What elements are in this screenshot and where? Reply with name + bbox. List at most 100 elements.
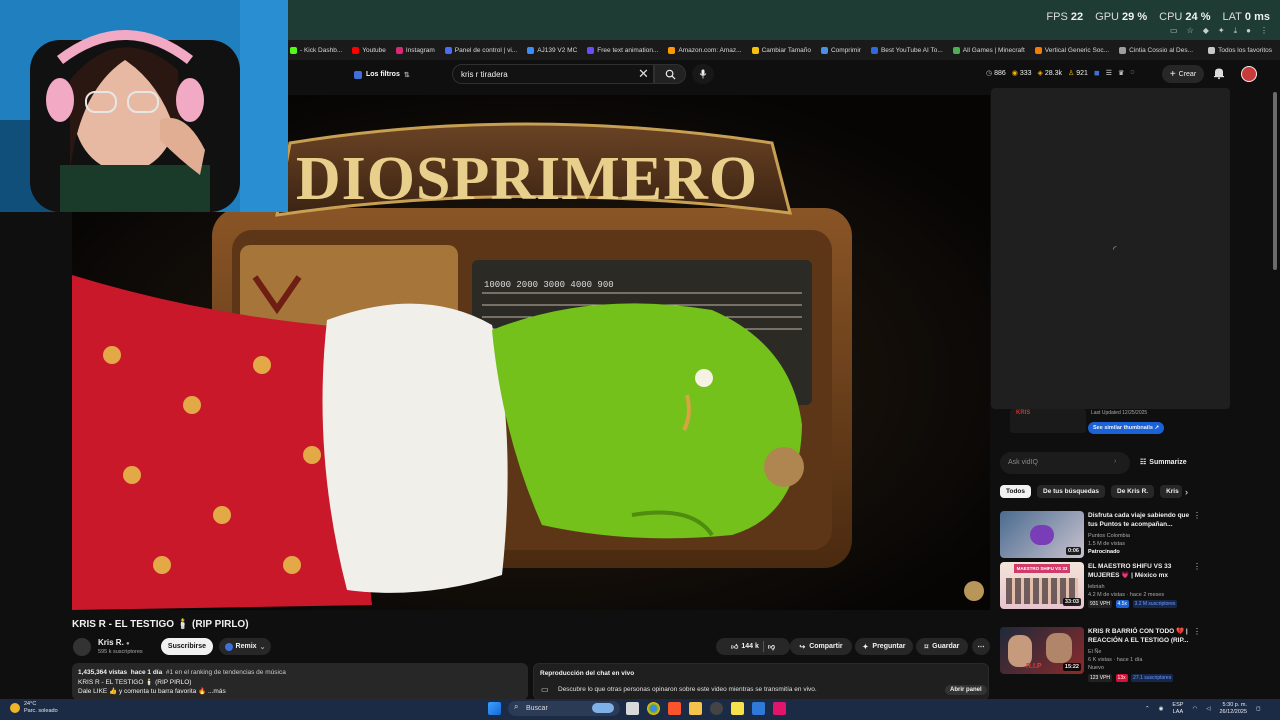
bookmark-item[interactable]: Vertical Generic Soc... — [1034, 46, 1109, 54]
channel-name[interactable]: lebriah — [1088, 583, 1203, 591]
close-icon[interactable]: ✕ — [638, 66, 649, 82]
chevron-up-icon[interactable]: ⌃ — [1145, 706, 1150, 713]
dislike-button[interactable]: 👎︎ — [768, 642, 775, 651]
bookmark-icon — [587, 46, 595, 54]
ask-button[interactable]: ✦ Preguntar — [855, 638, 913, 655]
menu-icon[interactable]: ⋮ — [1260, 26, 1268, 36]
bookmark-item[interactable]: Best YouTube AI To... — [870, 46, 943, 54]
star-icon[interactable]: ☆ — [1187, 26, 1194, 36]
more-options-icon[interactable]: ⋮ — [1193, 511, 1201, 520]
trophy-icon[interactable]: ♛ — [1118, 69, 1124, 77]
share-button[interactable]: ↪ Compartir — [790, 638, 852, 655]
task-view-icon[interactable] — [626, 702, 639, 715]
bookmark-item[interactable]: Instagram — [395, 46, 435, 54]
chip-kris[interactable]: Kris — [1160, 485, 1183, 498]
new-label: Nuevo — [1088, 665, 1104, 671]
puzzle-icon[interactable]: ✦ — [1218, 26, 1225, 36]
all-bookmarks-folder[interactable]: Todos los favoritos — [1208, 46, 1272, 54]
see-similar-thumbnails-button[interactable]: See similar thumbnails ↗ — [1088, 422, 1165, 434]
video-thumbnail[interactable]: R.I.P 15:22 — [1000, 627, 1084, 674]
bookmark-item[interactable]: Cambiar Tamaño — [751, 46, 811, 54]
video-thumbnail[interactable]: MAESTRO SHIFU VS 33 MUJERES 33:03 — [1000, 562, 1084, 609]
loading-spinner-icon: ◜ — [1113, 244, 1117, 254]
extension-icon[interactable]: ◆ — [1203, 26, 1209, 36]
cpu-readout: CPU 24 % — [1159, 11, 1211, 23]
save-button[interactable]: ⌑ Guardar — [916, 638, 968, 655]
microphone-icon — [699, 69, 707, 79]
bookmark-item[interactable]: Youtube — [352, 46, 386, 54]
wifi-icon[interactable]: ◠ — [1192, 706, 1197, 713]
profile-icon[interactable]: ● — [1246, 26, 1251, 36]
channel-name[interactable]: Puntos Colombia — [1088, 532, 1203, 540]
ask-vidiq-input[interactable]: Ask vidIQ — [1000, 452, 1130, 474]
store-icon[interactable] — [752, 702, 765, 715]
filters-button[interactable]: Los filtros ⇅ — [354, 67, 410, 82]
brave-icon[interactable] — [668, 702, 681, 715]
page-scrollbar[interactable] — [1273, 92, 1277, 270]
thumbs-down-icon: 👎︎ — [767, 644, 775, 651]
chevron-right-icon[interactable]: › — [1185, 487, 1188, 497]
chip-de-kris-r[interactable]: De Kris R. — [1111, 485, 1155, 498]
create-button[interactable]: + Crear — [1162, 65, 1204, 83]
bookmark-item[interactable]: Panel de control | vi... — [444, 46, 517, 54]
thumbnail-face — [1046, 633, 1072, 663]
language-indicator[interactable]: ESP LAA — [1172, 702, 1183, 716]
more-options-icon[interactable]: ⋮ — [1193, 562, 1201, 571]
search-icon — [665, 69, 676, 80]
channel-name[interactable]: Kris R. ● — [98, 638, 130, 647]
more-options-icon[interactable]: ⋮ — [1193, 627, 1201, 636]
cast-icon[interactable]: ▭ — [1170, 26, 1178, 36]
bookmark-item[interactable]: - Kick Dashb... — [290, 46, 342, 54]
youtube-icon — [352, 46, 360, 54]
video-thumbnail[interactable]: 0:06 — [1000, 511, 1084, 558]
description-box[interactable]: 1,435,364 vistas hace 1 día #1 en el ran… — [72, 663, 528, 700]
list-item[interactable]: R.I.P 15:22 KRIS R BARRIÓ CON TODO 💔 | R… — [1000, 627, 1205, 682]
list-item[interactable]: MAESTRO SHIFU VS 33 MUJERES 33:03 EL MAE… — [1000, 562, 1205, 610]
send-arrow-icon[interactable]: › — [1114, 458, 1116, 465]
video-title[interactable]: EL MAESTRO SHIFU VS 33 MUJERES 💗 | Méxic… — [1088, 562, 1192, 580]
weather-widget[interactable]: 24°C Parc. soleado — [10, 701, 58, 715]
chat-icon[interactable]: ◌ — [1130, 69, 1134, 77]
bookmark-item[interactable]: AJ139 V2 MC — [527, 46, 577, 54]
bookmark-item[interactable]: All Games | Minecraft — [952, 46, 1025, 54]
list-icon[interactable]: ☰ — [1106, 69, 1112, 77]
chip-de-tus-busquedas[interactable]: De tus búsquedas — [1037, 485, 1105, 498]
more-actions-button[interactable]: ⋯ — [972, 638, 990, 655]
notification-bell-icon[interactable]: ◻ — [1256, 706, 1261, 713]
chip-todos[interactable]: Todos — [1000, 485, 1032, 498]
list-item[interactable]: 0:06 Disfruta cada viaje sabiendo que tu… — [1000, 511, 1205, 559]
bookmark-item[interactable]: Free text animation... — [587, 46, 658, 54]
volume-icon[interactable]: ◁ — [1206, 706, 1210, 713]
folder-icon — [1208, 46, 1216, 54]
like-button[interactable]: 👍︎ 144 k — [731, 642, 759, 651]
notes-icon[interactable] — [731, 702, 744, 715]
subscribe-button[interactable]: Suscribirse — [161, 638, 213, 655]
bookmark-item[interactable]: Comprimir — [820, 46, 861, 54]
vidiq-icon[interactable]: ◼ — [1094, 69, 1100, 77]
search-icon: ⌕ — [514, 702, 519, 711]
system-clock[interactable]: 5:30 p. m. 26/12/2025 — [1219, 702, 1247, 716]
open-panel-button[interactable]: Abrir panel — [945, 685, 987, 695]
notifications-bell-icon[interactable] — [1212, 66, 1226, 80]
remix-button[interactable]: Remix ⌄ — [219, 638, 271, 655]
streamer-image — [0, 0, 288, 212]
channel-name[interactable]: El Ñe — [1088, 648, 1203, 656]
search-input[interactable]: kris r tiradera — [452, 64, 654, 84]
bookmark-item[interactable]: Cintia Cossio al Des... — [1119, 46, 1193, 54]
voice-search-button[interactable] — [692, 64, 714, 84]
channel-avatar[interactable] — [73, 638, 91, 656]
browser-toolbar-icons: ▭ ☆ ◆ ✦ ⤓ ● ⋮ — [1170, 26, 1268, 36]
webcam-overlay — [0, 0, 288, 212]
windows-start-icon[interactable] — [488, 702, 501, 715]
summarize-button[interactable]: ☷ Summarize — [1140, 458, 1187, 467]
download-icon[interactable]: ⤓ — [1234, 26, 1238, 36]
video-title[interactable]: KRIS R BARRIÓ CON TODO 💔 | REACCIÓN A EL… — [1088, 627, 1192, 645]
search-button[interactable] — [654, 64, 686, 84]
obs-icon[interactable] — [710, 702, 723, 715]
avatar[interactable] — [1241, 66, 1257, 82]
bookmark-item[interactable]: Amazon.com: Amaz... — [668, 46, 742, 54]
file-explorer-icon[interactable] — [689, 702, 702, 715]
chrome-icon[interactable] — [647, 702, 660, 715]
video-title[interactable]: Disfruta cada viaje sabiendo que tus Pun… — [1088, 511, 1192, 529]
tiktok-icon[interactable] — [773, 702, 786, 715]
